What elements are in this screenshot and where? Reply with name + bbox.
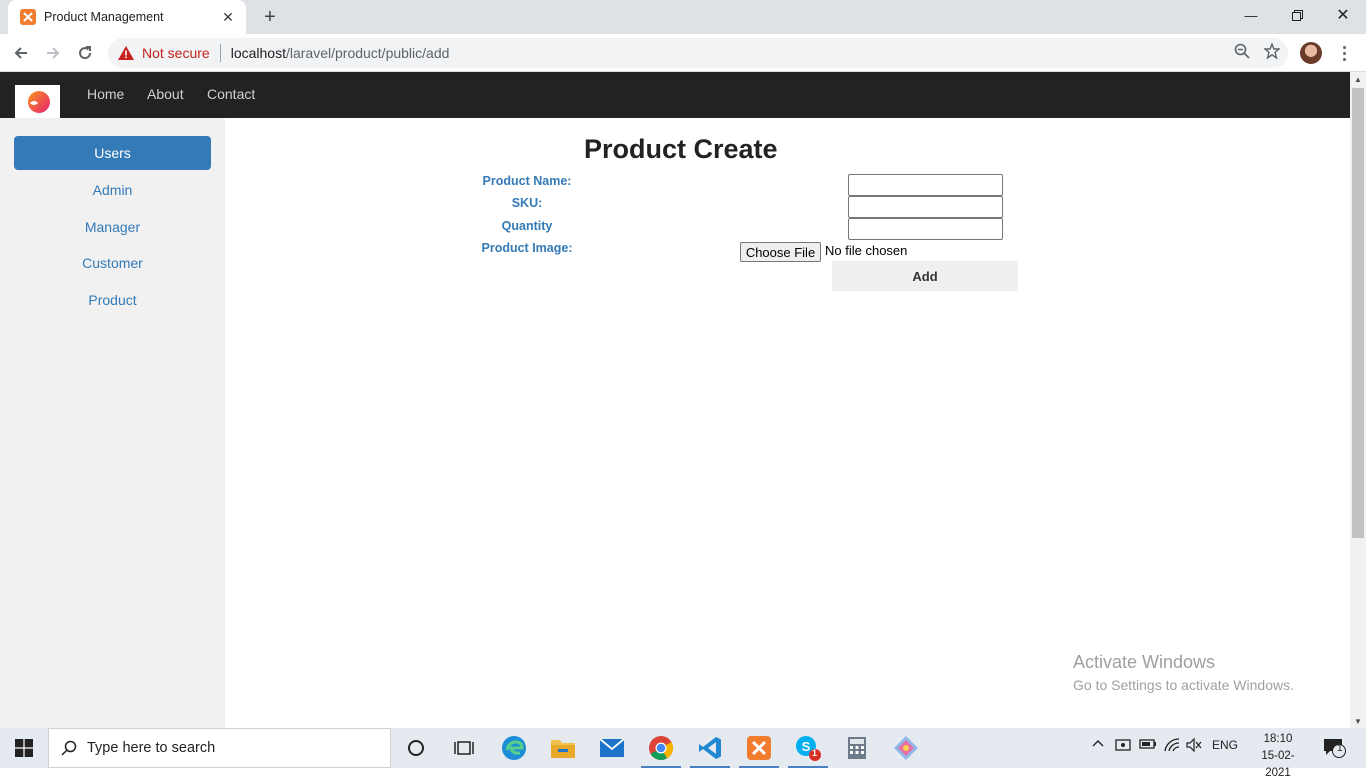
page-title: Product Create xyxy=(584,134,778,164)
edge-browser-icon[interactable] xyxy=(490,728,538,768)
activate-windows-subtitle: Go to Settings to activate Windows. xyxy=(1073,677,1294,693)
search-placeholder: Type here to search xyxy=(87,740,216,756)
scroll-up-arrow-icon[interactable]: ▲ xyxy=(1350,72,1366,86)
site-navbar: Home About Contact xyxy=(0,72,1350,118)
notification-center-icon[interactable]: 1 xyxy=(1323,737,1347,762)
page-viewport: Home About Contact Users Admin Manager C… xyxy=(0,72,1350,728)
url-host: localhost xyxy=(230,45,286,61)
product-name-label: Product Name: xyxy=(482,174,572,188)
skype-badge: 1 xyxy=(812,748,818,758)
site-logo[interactable] xyxy=(15,85,60,118)
xampp-icon[interactable] xyxy=(735,728,783,768)
browser-tab[interactable]: Product Management ✕ xyxy=(8,0,246,34)
address-bar[interactable]: Not secure localhost/laravel/product/pub… xyxy=(108,38,1288,68)
nav-link-about[interactable]: About xyxy=(147,86,184,102)
nav-link-contact[interactable]: Contact xyxy=(207,86,255,102)
tab-title: Product Management xyxy=(44,10,164,24)
nav-link-home[interactable]: Home xyxy=(87,86,124,102)
sku-label: SKU: xyxy=(511,196,543,210)
battery-icon[interactable] xyxy=(1139,738,1157,753)
windows-taskbar: Type here to search S 1 ENG 18:10 15-02-… xyxy=(0,728,1366,779)
reload-icon[interactable] xyxy=(72,40,98,66)
file-explorer-icon[interactable] xyxy=(539,728,587,768)
calculator-icon[interactable] xyxy=(833,728,881,768)
search-icon xyxy=(61,740,77,756)
windows-start-icon[interactable] xyxy=(0,728,48,768)
forward-arrow-icon[interactable] xyxy=(40,40,66,66)
address-separator xyxy=(219,44,221,62)
file-status-text: No file chosen xyxy=(825,243,908,258)
vertical-scrollbar[interactable]: ▲ ▼ xyxy=(1350,72,1366,728)
tab-close-icon[interactable]: ✕ xyxy=(220,9,236,25)
security-label: Not secure xyxy=(142,45,210,61)
notification-count: 1 xyxy=(1337,743,1343,754)
url-path: /laravel/product/public/add xyxy=(285,45,450,61)
sidebar-item-users[interactable]: Users xyxy=(14,136,211,170)
product-name-input[interactable] xyxy=(848,174,1003,196)
browser-tabstrip: Product Management ✕ + — ✕ xyxy=(0,0,1366,34)
cortana-icon[interactable] xyxy=(392,728,440,768)
back-arrow-icon[interactable] xyxy=(8,40,34,66)
meet-now-icon[interactable] xyxy=(1115,738,1131,755)
logo-icon xyxy=(27,90,50,113)
sidebar-item-manager[interactable]: Manager xyxy=(14,210,211,244)
task-view-icon[interactable] xyxy=(440,728,488,768)
security-indicator[interactable]: Not secure xyxy=(118,45,210,61)
clock-time: 18:10 xyxy=(1263,733,1293,745)
sidebar-item-customer[interactable]: Customer xyxy=(14,246,211,280)
url-text: localhost/laravel/product/public/add xyxy=(231,45,450,61)
quantity-label: Quantity xyxy=(501,219,553,233)
chrome-icon[interactable] xyxy=(637,728,685,768)
scroll-thumb[interactable] xyxy=(1352,88,1364,538)
mail-icon[interactable] xyxy=(588,728,636,768)
scroll-down-arrow-icon[interactable]: ▼ xyxy=(1350,714,1366,728)
choose-file-button[interactable]: Choose File xyxy=(740,242,821,262)
xampp-favicon-icon xyxy=(20,9,36,25)
minimize-window-icon[interactable]: — xyxy=(1228,0,1274,30)
show-hidden-icons-chevron-icon[interactable] xyxy=(1092,738,1104,753)
clock-date: 15-02-2021 xyxy=(1261,750,1295,779)
profile-avatar[interactable] xyxy=(1300,42,1322,64)
language-indicator[interactable]: ENG xyxy=(1212,738,1238,752)
browser-toolbar: Not secure localhost/laravel/product/pub… xyxy=(0,34,1366,72)
sidebar-item-admin[interactable]: Admin xyxy=(14,173,211,207)
product-image-label: Product Image: xyxy=(481,241,573,255)
add-button[interactable]: Add xyxy=(832,261,1018,291)
restore-window-icon[interactable] xyxy=(1274,0,1320,30)
quantity-input[interactable] xyxy=(848,218,1003,240)
paint-3d-icon[interactable] xyxy=(882,728,930,768)
taskbar-search-box[interactable]: Type here to search xyxy=(48,728,391,768)
activate-windows-title: Activate Windows xyxy=(1073,652,1216,672)
sidebar-item-product[interactable]: Product xyxy=(14,283,211,317)
browser-menu-icon[interactable] xyxy=(1336,42,1352,64)
bookmark-star-icon[interactable] xyxy=(1263,41,1281,64)
new-tab-icon[interactable]: + xyxy=(258,5,282,29)
sidebar: Users Admin Manager Customer Product xyxy=(0,118,225,728)
svg-text:S: S xyxy=(802,739,811,754)
skype-icon[interactable]: S 1 xyxy=(784,728,832,768)
vscode-icon[interactable] xyxy=(686,728,734,768)
clock[interactable]: 18:10 15-02-2021 xyxy=(1254,731,1302,782)
sku-input[interactable] xyxy=(848,196,1003,218)
wifi-icon[interactable] xyxy=(1164,738,1180,755)
warning-triangle-icon xyxy=(118,46,134,60)
zoom-icon[interactable] xyxy=(1234,43,1250,64)
volume-muted-icon[interactable] xyxy=(1186,737,1202,755)
close-window-icon[interactable]: ✕ xyxy=(1320,0,1366,30)
